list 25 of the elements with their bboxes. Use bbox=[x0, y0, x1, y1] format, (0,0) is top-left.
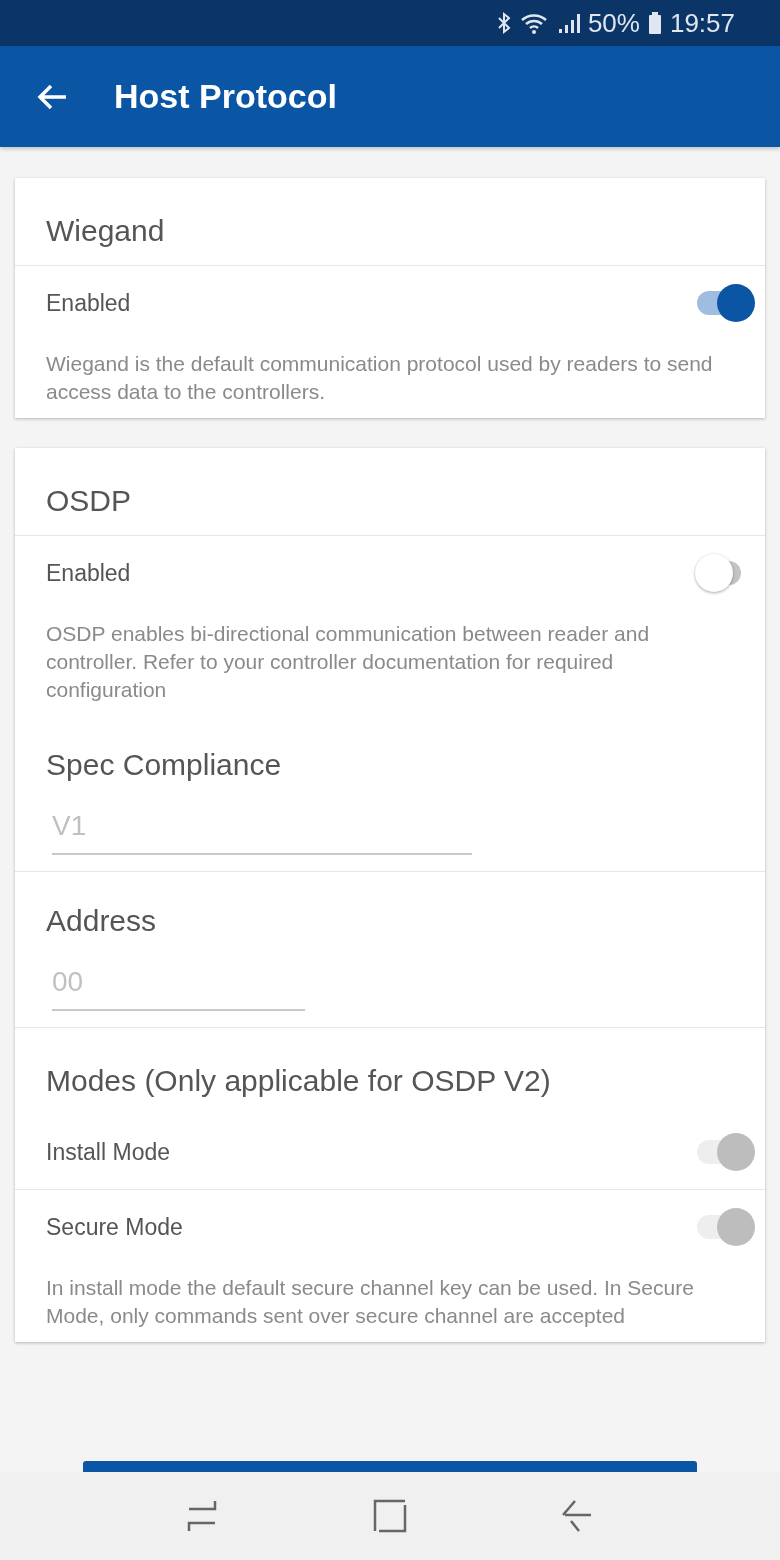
page-title: Host Protocol bbox=[114, 76, 337, 117]
bluetooth-icon bbox=[495, 11, 512, 35]
home-icon[interactable] bbox=[373, 1499, 407, 1533]
back-arrow-icon bbox=[36, 82, 68, 111]
recent-apps-icon[interactable] bbox=[187, 1499, 219, 1533]
toggle-label: Install Mode bbox=[46, 1137, 170, 1167]
input-field[interactable]: V1 bbox=[52, 805, 472, 855]
clock: 19:57 bbox=[669, 6, 735, 40]
description-text: In install mode the default secure channel key can be used. In Secure Mode, only commands sent over secure channel are accepted bbox=[46, 1275, 695, 1329]
back-icon[interactable] bbox=[561, 1499, 593, 1533]
toggle-label: Secure Mode bbox=[46, 1212, 183, 1242]
toggle-label: Enabled bbox=[46, 288, 131, 318]
signal-icon bbox=[557, 11, 580, 35]
section-title: Wiegand bbox=[46, 214, 165, 247]
field-label: Spec Compliance bbox=[46, 747, 283, 783]
field-label: Address bbox=[46, 903, 158, 939]
input-field[interactable]: 00 bbox=[52, 961, 305, 1011]
description-text: OSDP enables bi-directional communication between reader and controller. Refer to your controller documentation for required configuration bbox=[46, 621, 651, 703]
toggle-switch[interactable] bbox=[695, 283, 755, 323]
battery-percent: 50% bbox=[587, 6, 640, 40]
description-text: Wiegand is the default communication protocol used by readers to send access data to the controllers. bbox=[46, 351, 714, 405]
toggle-label: Enabled bbox=[46, 558, 131, 588]
section-title: Modes (Only applicable for OSDP V2) bbox=[46, 1064, 551, 1097]
battery-icon bbox=[647, 11, 662, 35]
section-title: OSDP bbox=[46, 484, 132, 517]
